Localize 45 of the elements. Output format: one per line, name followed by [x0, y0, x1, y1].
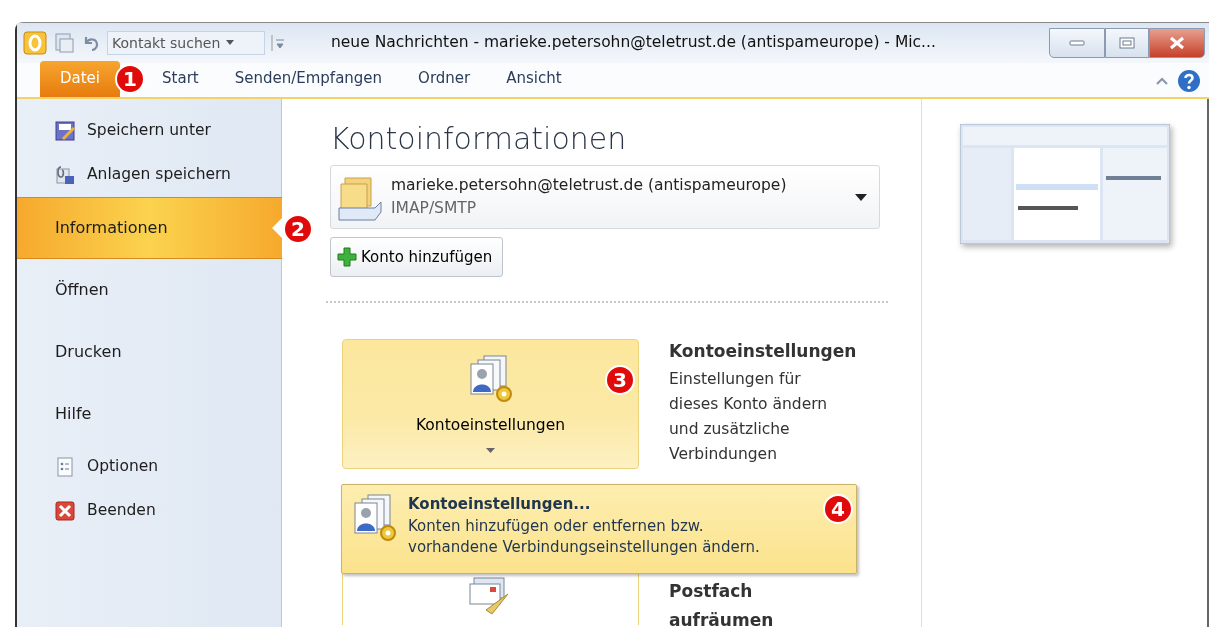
customize-toolbar-icon[interactable]	[271, 35, 285, 51]
sidebar-item[interactable]: Beenden	[17, 489, 281, 533]
paperclip-icon	[55, 165, 75, 185]
ribbon-tab[interactable]: Ansicht	[488, 60, 580, 97]
pointer-icon	[272, 218, 282, 238]
menu-item-title: Kontoeinstellungen...	[408, 494, 592, 515]
sidebar-item[interactable]: Öffnen	[17, 259, 281, 321]
ribbon-tab[interactable]: Start	[144, 60, 217, 97]
account-type: IMAP/SMTP	[391, 198, 478, 219]
close-icon	[1169, 36, 1185, 50]
caret-icon	[486, 447, 495, 454]
minimize-button[interactable]	[1049, 28, 1105, 58]
options-icon	[55, 457, 75, 477]
save-as-icon	[55, 121, 75, 141]
close-button[interactable]	[1149, 28, 1205, 58]
sidebar-item[interactable]: Speichern unter	[17, 109, 281, 153]
action-button[interactable]	[342, 573, 639, 625]
section-heading: Kontoinformationen	[330, 121, 628, 157]
search-field[interactable]: Kontakt suchen	[107, 31, 265, 55]
sidebar-item[interactable]: Anlagen speichern	[17, 153, 281, 197]
sidebar-item[interactable]: Optionen	[17, 445, 281, 489]
caret-icon	[226, 40, 235, 46]
dropdown-caret-icon	[855, 193, 867, 201]
minimize-icon	[1069, 40, 1085, 46]
action-title: aufräumen	[669, 608, 774, 627]
action-description: Einstellungen für dieses Konto ändern und zusätzliche Verbindungen	[669, 368, 829, 465]
sidebar-item[interactable]: Informationen	[17, 197, 282, 259]
action-title: Kontoeinstellungen	[669, 340, 857, 363]
ribbon-tab[interactable]: Ordner	[400, 60, 489, 97]
account-selector[interactable]: marieke.petersohn@teletrust.de (antispameurope) IMAP/SMTP	[330, 165, 880, 229]
help-icon[interactable]	[1177, 69, 1201, 93]
plus-icon	[337, 247, 357, 267]
menu-item-description: Konten hinzufügen oder entfernen bzw. vorhandene Verbindungseinstellungen ändern.	[408, 515, 760, 558]
sidebar-item[interactable]: Drucken	[17, 321, 281, 383]
sidebar-item[interactable]: Hilfe	[17, 383, 281, 445]
close-icon	[55, 501, 75, 521]
account-email: marieke.petersohn@teletrust.de (antispameurope)	[391, 174, 787, 196]
maximize-icon	[1119, 37, 1135, 49]
maximize-button[interactable]	[1105, 28, 1149, 58]
window-title: neue Nachrichten - marieke.petersohn@teletrust.de (antispameurope) - Mic...	[331, 32, 936, 54]
collapse-ribbon-icon[interactable]	[1155, 76, 1169, 86]
outlook-logo-icon[interactable]	[23, 31, 47, 55]
ribbon-tab[interactable]: Senden/Empfangen	[216, 60, 401, 97]
action-title: Postfach	[669, 580, 754, 603]
add-account-button[interactable]: Konto hinzufügen	[330, 237, 504, 277]
